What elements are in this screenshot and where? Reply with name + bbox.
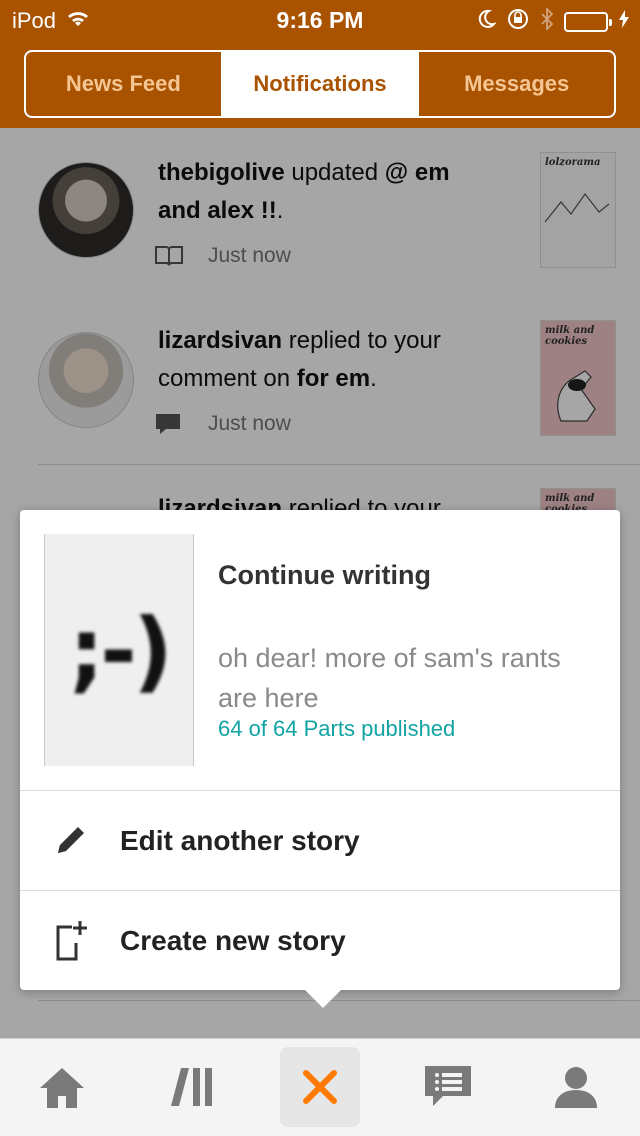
feed-tabs: News Feed Notifications Messages [24, 50, 616, 118]
moon-icon [476, 9, 497, 35]
rotation-lock-icon [506, 8, 530, 36]
messages-icon[interactable] [408, 1047, 488, 1127]
popup-caret [305, 990, 341, 1008]
profile-icon[interactable] [536, 1047, 616, 1127]
status-bar: iPod 9:16 PM [0, 0, 640, 40]
write-menu-popup: ;-) Continue writing oh dear! more of sa… [20, 510, 620, 1008]
edit-another-story-label: Edit another story [120, 824, 360, 856]
edit-another-story-button[interactable]: Edit another story [20, 790, 620, 890]
pencil-icon [20, 821, 120, 861]
tab-notifications[interactable]: Notifications [222, 52, 420, 116]
new-document-icon [20, 919, 120, 963]
battery-icon [564, 12, 612, 32]
bluetooth-icon [540, 6, 554, 36]
close-icon[interactable] [280, 1047, 360, 1127]
bottom-tab-bar [0, 1038, 640, 1136]
story-cover[interactable]: ;-) [44, 534, 194, 766]
story-description: oh dear! more of sam's rants are here [218, 643, 561, 713]
top-bar: iPod 9:16 PM News Feed Notifications Mes [0, 0, 640, 128]
tab-messages[interactable]: Messages [419, 52, 614, 116]
library-icon[interactable] [152, 1047, 232, 1127]
continue-writing-title[interactable]: Continue writing [218, 560, 431, 591]
charging-icon [618, 9, 630, 35]
home-icon[interactable] [22, 1047, 102, 1127]
create-new-story-label: Create new story [120, 924, 346, 956]
tab-news-feed[interactable]: News Feed [26, 52, 223, 116]
story-cover-text: ;-) [69, 598, 173, 702]
create-new-story-button[interactable]: Create new story [20, 890, 620, 990]
parts-published: 64 of 64 Parts published [218, 716, 456, 741]
